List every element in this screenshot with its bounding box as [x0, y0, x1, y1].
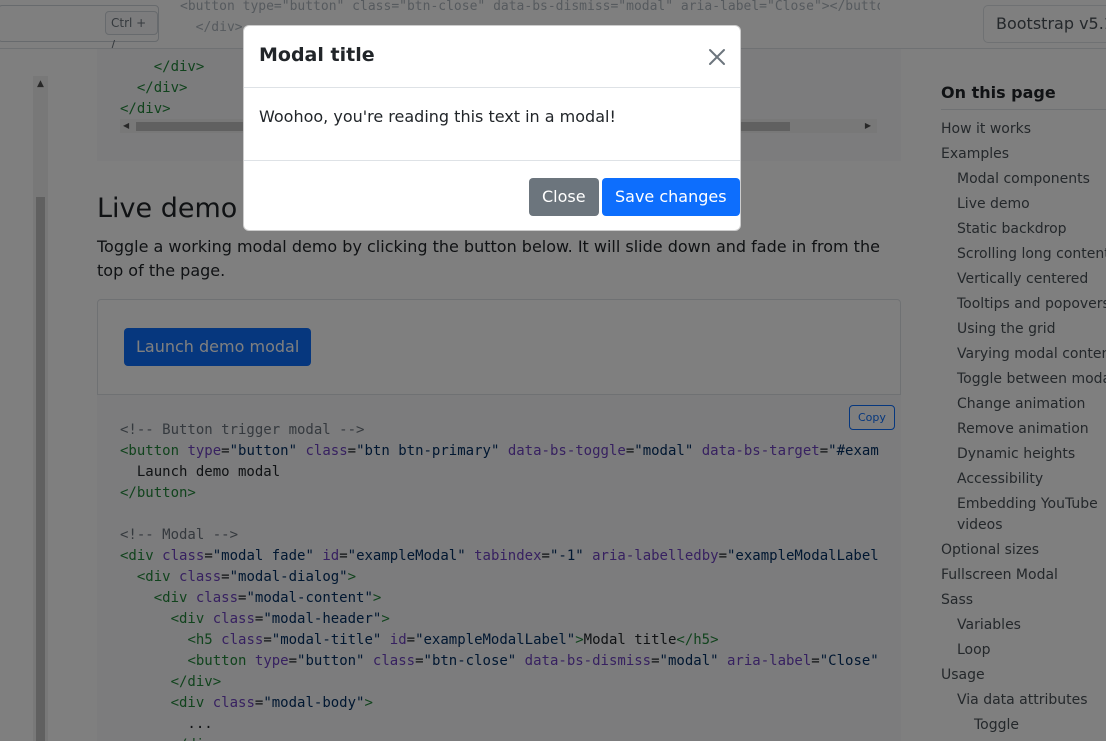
close-button[interactable]: Close — [529, 178, 599, 216]
modal-title: Modal title — [259, 44, 375, 66]
save-changes-button[interactable]: Save changes — [602, 178, 740, 216]
modal-dialog: Modal title Woohoo, you're reading this … — [243, 25, 741, 231]
modal-body-text: Woohoo, you're reading this text in a mo… — [259, 107, 616, 126]
modal-header: Modal title — [244, 26, 740, 88]
modal-footer: Close Save changes — [244, 160, 740, 230]
close-icon[interactable] — [706, 46, 728, 68]
